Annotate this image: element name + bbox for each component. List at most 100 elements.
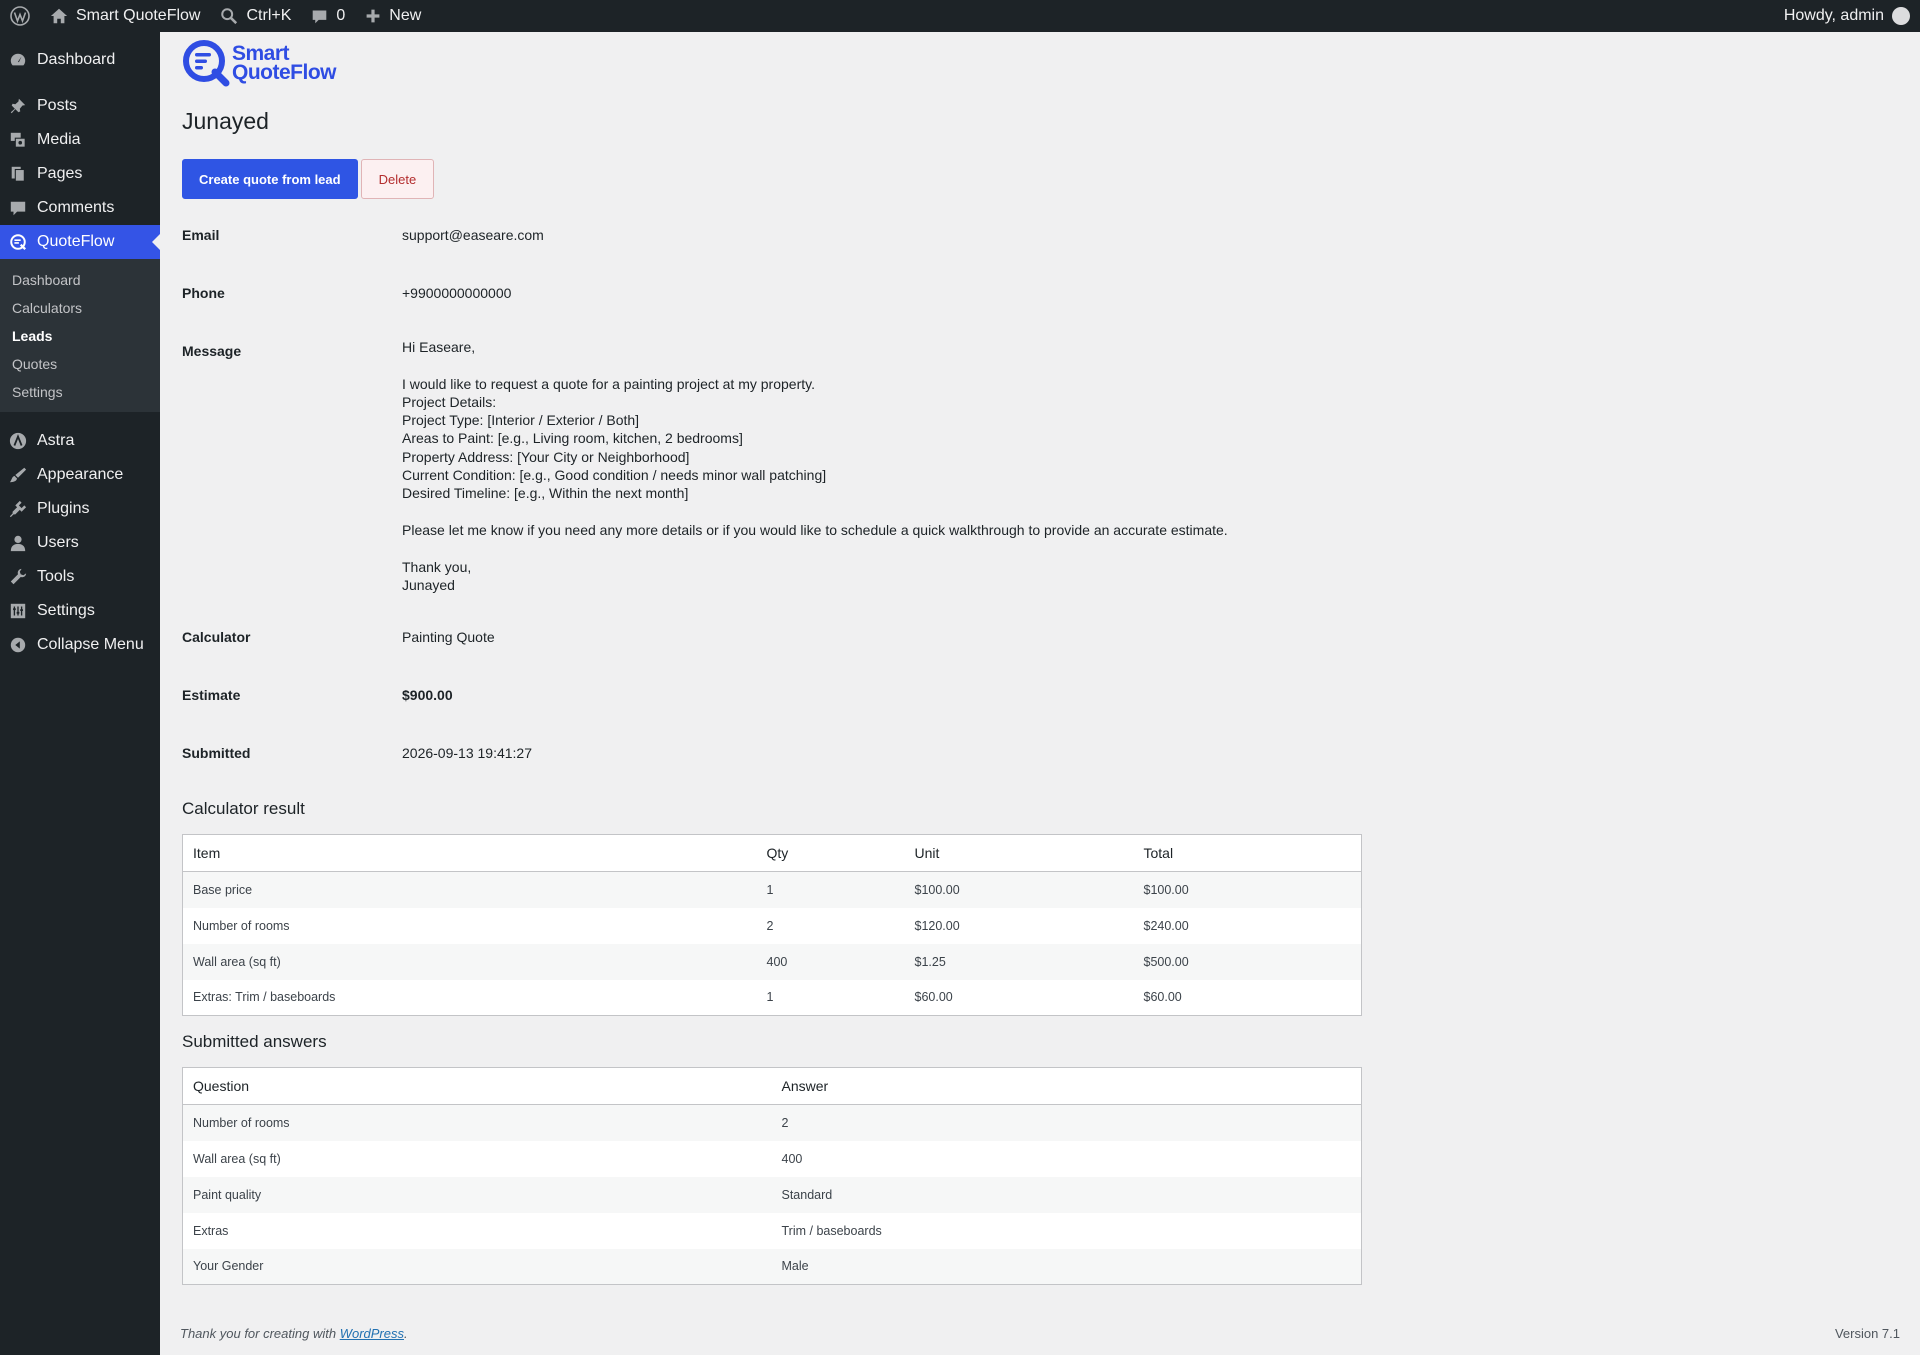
quoteflow-submenu: Dashboard Calculators Leads Quotes Setti… xyxy=(0,259,160,412)
field-submitted: Submitted 2026-09-13 19:41:27 xyxy=(182,745,1898,799)
cell-total: $240.00 xyxy=(1143,918,1189,933)
message-line: Desired Timeline: [e.g., Within the next… xyxy=(402,485,689,502)
cell-answer: 400 xyxy=(781,1151,803,1166)
sidebar-item-plugins[interactable]: Plugins xyxy=(0,492,160,526)
dashboard-icon xyxy=(9,51,27,69)
message-line xyxy=(402,503,1228,521)
cell-qty: 400 xyxy=(756,943,905,980)
astra-icon xyxy=(9,432,27,450)
home-icon xyxy=(50,8,68,24)
table-row: Extras: Trim / baseboards 1 $60.00 $60.0… xyxy=(183,980,1362,1016)
brush-icon xyxy=(9,466,27,484)
sidebar-item-dashboard[interactable]: Dashboard xyxy=(0,43,160,77)
submenu-item-quotes[interactable]: Quotes xyxy=(0,350,160,378)
new-content-button[interactable]: New xyxy=(355,0,431,32)
cell-unit: $100.00 xyxy=(904,871,1134,908)
pin-icon xyxy=(9,97,27,115)
estimate-value: $900.00 xyxy=(402,687,453,703)
pages-icon xyxy=(9,165,27,183)
message-line: Project Details: xyxy=(402,393,497,410)
column-header-answer: Answer xyxy=(771,1067,1362,1105)
sidebar-item-label: Settings xyxy=(37,602,95,619)
message-line: Junayed xyxy=(402,576,455,593)
column-header-total: Total xyxy=(1133,834,1362,872)
message-line: Areas to Paint: [e.g., Living room, kitc… xyxy=(402,430,743,447)
cell-qty: 1 xyxy=(766,990,774,1005)
sidebar-item-label: Dashboard xyxy=(37,51,116,68)
field-label: Submitted xyxy=(182,745,251,761)
message-line xyxy=(402,356,1228,374)
table-row: Number of rooms 2 xyxy=(182,1104,1362,1141)
sidebar-item-posts[interactable]: Posts xyxy=(0,89,160,123)
user-icon xyxy=(9,534,27,552)
cell-question: Paint quality xyxy=(182,1176,772,1213)
cell-total: $500.00 xyxy=(1133,943,1362,980)
table-header-row: Question Answer xyxy=(182,1067,1362,1105)
site-name-link[interactable]: Smart QuoteFlow xyxy=(40,0,210,32)
create-quote-button[interactable]: Create quote from lead xyxy=(182,159,358,199)
wrench-icon xyxy=(9,568,27,586)
wordpress-logo-button[interactable] xyxy=(0,0,40,32)
table-row: Base price 1 $100.00 $100.00 xyxy=(182,871,1362,908)
message-line: Thank you, xyxy=(402,558,472,575)
submenu-item-dashboard[interactable]: Dashboard xyxy=(0,266,160,294)
settings-icon xyxy=(9,602,27,620)
logo-wordmark: Smart QuoteFlow xyxy=(232,43,337,84)
footer-suffix: . xyxy=(404,1326,408,1341)
submitted-answers-table: Question Answer Number of rooms 2 Wall a… xyxy=(182,1067,1362,1285)
sidebar-item-settings[interactable]: Settings xyxy=(0,594,160,628)
account-menu[interactable]: Howdy, admin xyxy=(1774,0,1920,32)
sidebar-item-pages[interactable]: Pages xyxy=(0,157,160,191)
calculator-result-heading: Calculator result xyxy=(182,799,305,818)
quoteflow-icon xyxy=(9,233,27,251)
sidebar-item-comments[interactable]: Comments xyxy=(0,191,160,225)
cell-question: Number of rooms xyxy=(182,1104,772,1141)
logo-line2: QuoteFlow xyxy=(232,61,337,84)
collapse-menu-button[interactable]: Collapse Menu xyxy=(0,628,160,662)
search-shortcut-label: Ctrl+K xyxy=(246,7,292,24)
message-line: Property Address: [Your City or Neighbor… xyxy=(402,448,690,465)
lead-actions: Create quote from lead Delete xyxy=(182,159,1898,199)
comments-link[interactable]: 0 xyxy=(301,0,355,32)
sidebar-item-tools[interactable]: Tools xyxy=(0,560,160,594)
sidebar-item-appearance[interactable]: Appearance xyxy=(0,458,160,492)
sidebar-item-quoteflow[interactable]: QuoteFlow xyxy=(0,225,160,259)
message-line: I would like to request a quote for a pa… xyxy=(402,375,815,392)
field-label: Estimate xyxy=(182,687,241,703)
submenu-item-settings[interactable]: Settings xyxy=(0,378,160,406)
sidebar-item-astra[interactable]: Astra xyxy=(0,424,160,458)
sidebar-item-label: Comments xyxy=(37,199,115,216)
sidebar-item-label: Plugins xyxy=(37,500,90,517)
field-label: Message xyxy=(182,343,242,359)
field-label: Calculator xyxy=(182,629,251,645)
phone-value: +9900000000000 xyxy=(402,285,512,301)
sidebar-item-users[interactable]: Users xyxy=(0,526,160,560)
cell-item: Wall area (sq ft) xyxy=(182,943,757,980)
table-row: Paint quality Standard xyxy=(182,1176,1362,1213)
submitted-value: 2026-09-13 19:41:27 xyxy=(402,745,532,761)
message-line: Current Condition: [e.g., Good condition… xyxy=(402,467,827,484)
admin-footer: Thank you for creating with WordPress. V… xyxy=(180,1326,1900,1341)
table-row: Your Gender Male xyxy=(182,1248,1362,1285)
table-row: Extras Trim / baseboards xyxy=(183,1213,1362,1249)
table-row: Wall area (sq ft) 400 xyxy=(183,1141,1362,1177)
submenu-item-calculators[interactable]: Calculators xyxy=(0,294,160,322)
sidebar-item-label: QuoteFlow xyxy=(37,233,115,250)
column-header-item: Item xyxy=(182,834,757,872)
cell-answer: Standard xyxy=(771,1176,1362,1213)
cell-item: Number of rooms xyxy=(193,918,290,933)
wordpress-link[interactable]: WordPress xyxy=(340,1326,404,1341)
sidebar-item-label: Tools xyxy=(37,568,75,585)
cell-question: Extras xyxy=(193,1223,229,1238)
sidebar-item-label: Astra xyxy=(37,432,75,449)
sidebar-item-label: Pages xyxy=(37,165,83,182)
submenu-item-leads[interactable]: Leads xyxy=(0,322,160,350)
table-header-row: Item Qty Unit Total xyxy=(182,834,1362,872)
command-palette-button[interactable]: Ctrl+K xyxy=(210,0,301,32)
cell-unit: $1.25 xyxy=(904,943,1134,980)
delete-button[interactable]: Delete xyxy=(360,159,435,199)
table-row: Number of rooms 2 $120.00 $240.00 xyxy=(183,908,1362,944)
cell-unit: $120.00 xyxy=(914,918,960,933)
sidebar-item-media[interactable]: Media xyxy=(0,123,160,157)
cell-item: Base price xyxy=(182,871,757,908)
